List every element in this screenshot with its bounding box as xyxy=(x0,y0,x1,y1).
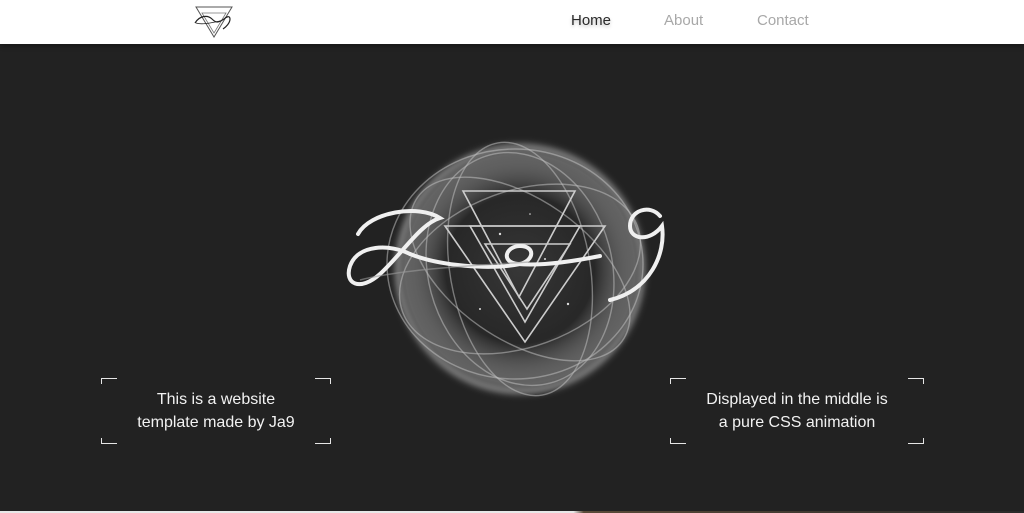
intro-text-line-1: This is a website xyxy=(156,391,276,408)
frame-corner xyxy=(101,378,117,384)
frame-corner xyxy=(315,438,331,444)
frame-corner xyxy=(315,378,331,384)
animation-note-line-2: a pure CSS animation xyxy=(718,414,876,431)
intro-text-line-2: template made by Ja9 xyxy=(137,414,295,431)
nav-link-about[interactable]: About xyxy=(664,12,703,29)
nav-link-contact[interactable]: Contact xyxy=(757,12,809,29)
frame-corner xyxy=(908,438,924,444)
frame-corner xyxy=(908,378,924,384)
top-navigation-bar: Home About Contact xyxy=(0,0,1024,44)
intro-text-box: This is a website template made by Ja9 xyxy=(101,378,331,444)
ja9-logo-icon[interactable] xyxy=(190,3,238,41)
hero-section: This is a website template made by Ja9 D… xyxy=(0,44,1024,511)
frame-corner xyxy=(101,438,117,444)
nav-link-home[interactable]: Home xyxy=(571,12,611,29)
ja9-animated-emblem xyxy=(330,94,700,414)
animation-note-line-1: Displayed in the middle is xyxy=(706,391,888,408)
frame-corner xyxy=(670,438,686,444)
frame-corner xyxy=(670,378,686,384)
animation-note-box: Displayed in the middle is a pure CSS an… xyxy=(670,378,924,444)
